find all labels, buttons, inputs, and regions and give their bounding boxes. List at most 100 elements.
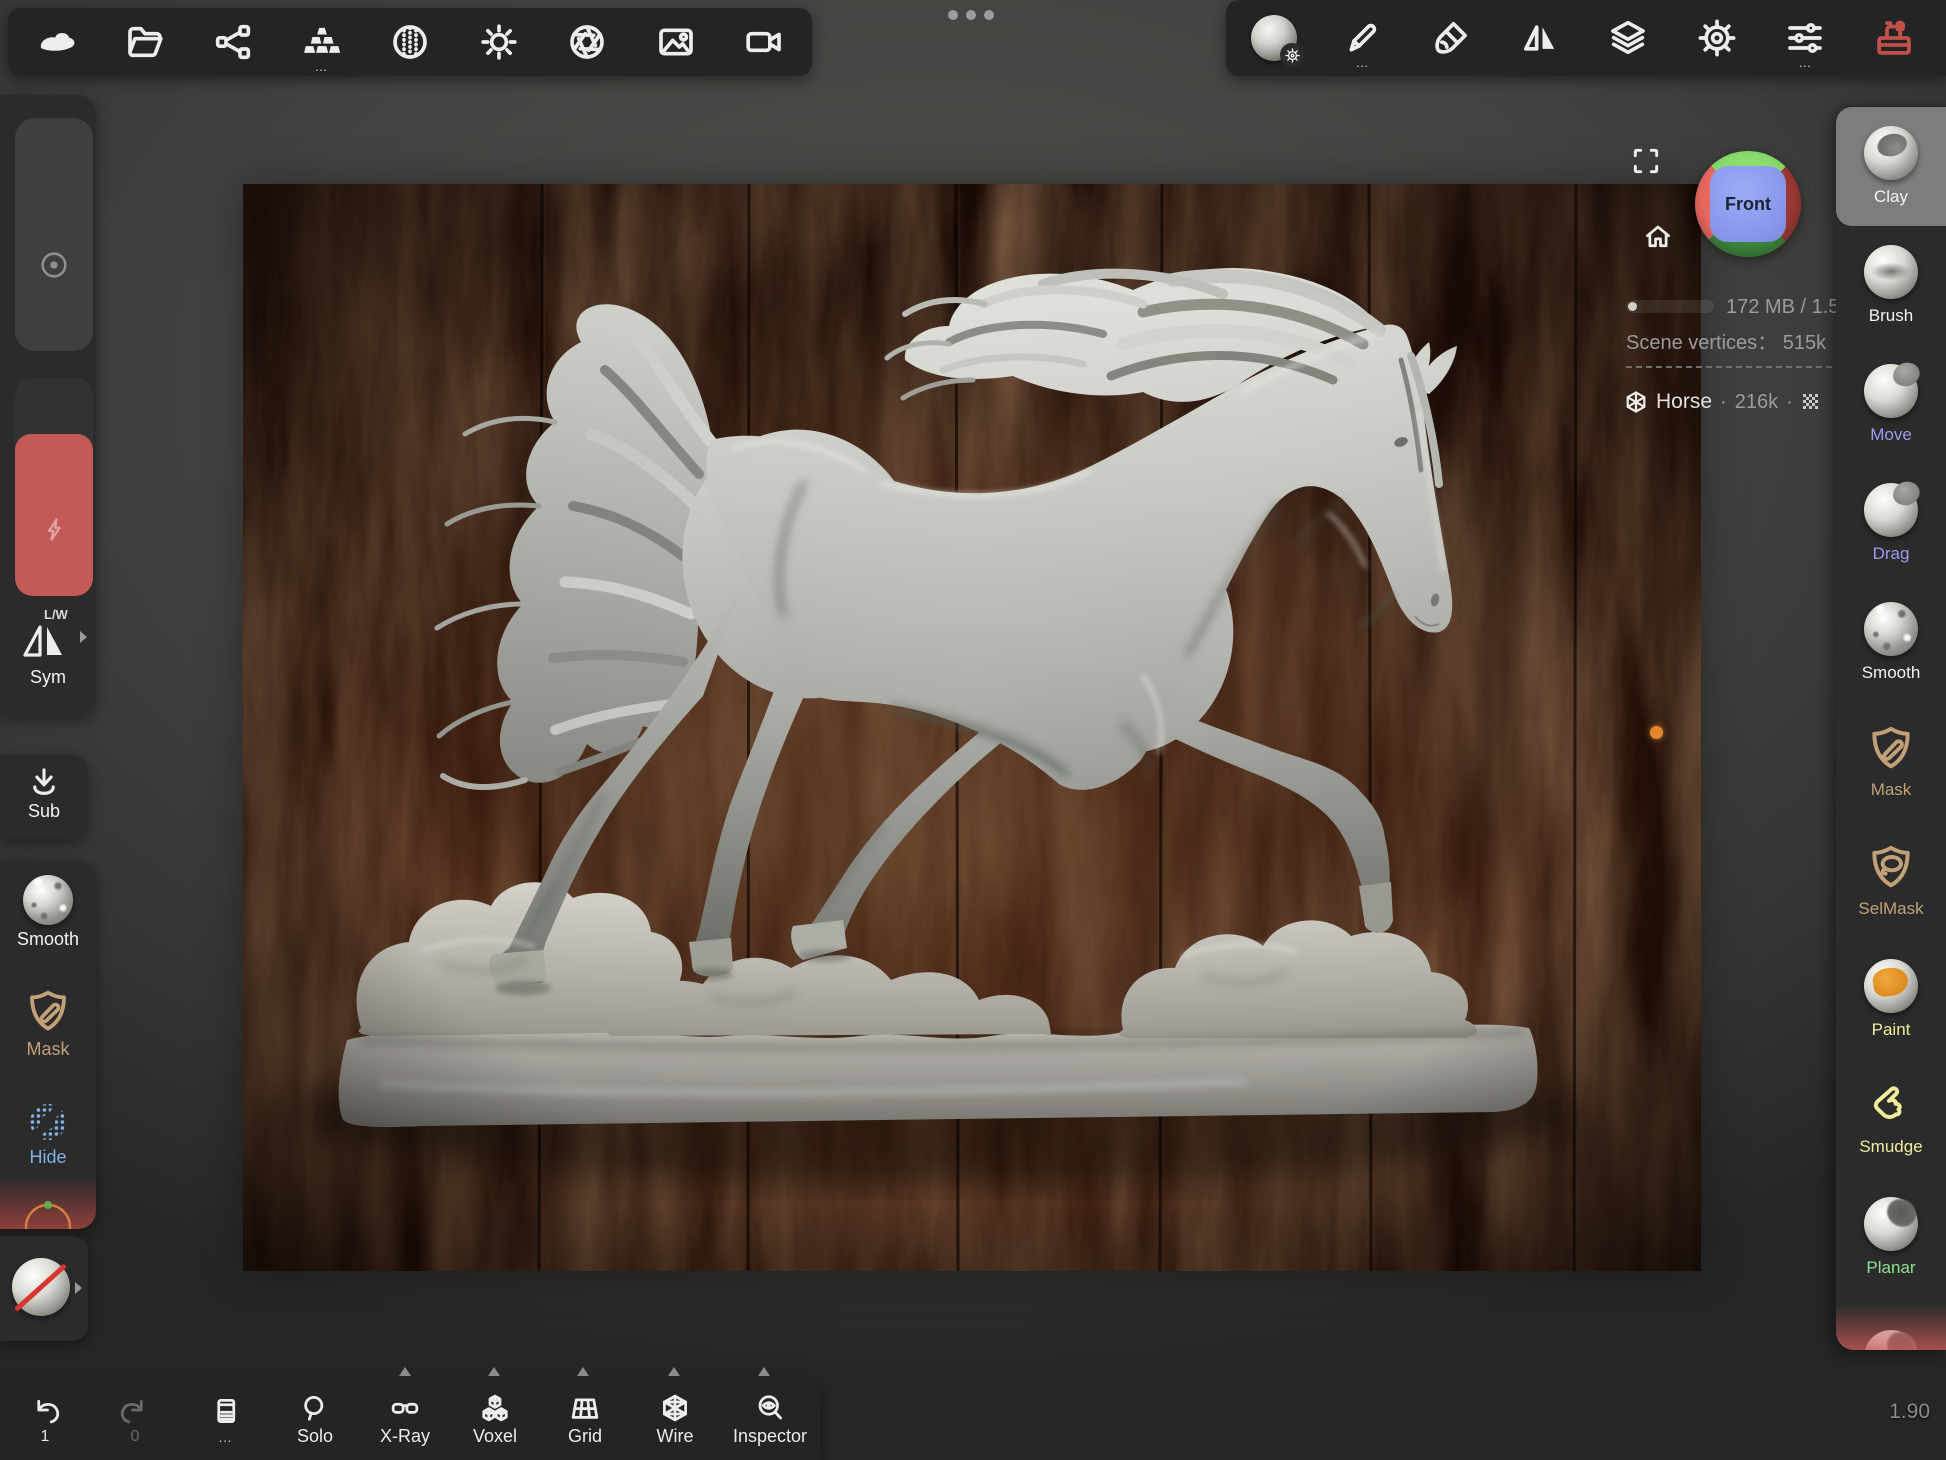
inspector-caret-icon[interactable]	[758, 1367, 770, 1376]
toggle-wire[interactable]: Wire	[630, 1393, 720, 1447]
interface-sliders-icon[interactable]: …	[1779, 10, 1831, 66]
object-separator2: ·	[1786, 391, 1793, 414]
tool-drag[interactable]: Drag	[1836, 464, 1946, 583]
memory-usage: 172 MB / 1.5	[1726, 296, 1844, 319]
toggle-voxel[interactable]: Voxel	[450, 1393, 540, 1447]
stats-separator	[1626, 366, 1842, 368]
home-view-icon[interactable]	[1643, 222, 1673, 252]
topology-sphere-icon[interactable]	[384, 14, 436, 70]
left-slider-panel: L/W Sym	[0, 95, 96, 716]
selected-object-row[interactable]: Horse · 216k ·	[1624, 390, 1821, 414]
quick-tool-label: Hide	[0, 1147, 96, 1168]
smooth-sphere-icon	[1864, 602, 1918, 656]
transform-gizmo-partial-icon	[0, 1177, 96, 1229]
sub-action-panel[interactable]: Sub	[0, 755, 88, 839]
layers-icon[interactable]	[1602, 10, 1654, 66]
xray-caret-icon[interactable]	[399, 1367, 411, 1376]
toolbox-icon[interactable]	[1868, 10, 1920, 66]
toggle-label: Inspector	[733, 1426, 807, 1447]
tool-label: SelMask	[1858, 899, 1923, 919]
history-more-indicator: …	[218, 1429, 232, 1445]
brush-radius-slider[interactable]	[15, 118, 93, 351]
scene-vertices-label: Scene vertices：	[1626, 332, 1777, 354]
tool-brush[interactable]: Brush	[1836, 226, 1946, 345]
grid-caret-icon[interactable]	[577, 1367, 589, 1376]
symmetry-icon[interactable]	[1514, 10, 1566, 66]
scene-vertices: Scene vertices： 515k	[1626, 326, 1826, 355]
drag-sphere-icon	[1864, 483, 1918, 537]
quick-tool-smooth[interactable]: Smooth	[0, 875, 96, 950]
background-image-icon[interactable]	[650, 14, 702, 70]
history-button[interactable]: …	[180, 1396, 270, 1445]
undo-count: 1	[41, 1428, 50, 1446]
lighting-sun-icon[interactable]	[473, 14, 525, 70]
sculpt-viewport[interactable]	[243, 184, 1701, 1271]
wire-caret-icon[interactable]	[668, 1367, 680, 1376]
object-separator: ·	[1720, 391, 1727, 414]
scene-more-indicator: …	[315, 62, 329, 72]
matcap-expand-chevron-icon[interactable]	[75, 1282, 82, 1294]
quick-tool-mask[interactable]: Mask	[0, 987, 96, 1060]
left-panel-scroll-fade	[0, 1177, 96, 1229]
gizmo-front-label: Front	[1725, 194, 1771, 215]
files-folder-icon[interactable]	[119, 14, 171, 70]
brush-intensity-slider[interactable]	[15, 378, 93, 596]
hide-dots-icon	[0, 1101, 96, 1143]
tool-clay[interactable]: Clay	[1836, 107, 1946, 226]
tool-label: Drag	[1873, 544, 1910, 564]
tool-mask[interactable]: Mask	[1836, 702, 1946, 821]
horse-sculpture-scene	[243, 184, 1701, 1271]
redo-count: 0	[131, 1428, 140, 1446]
app-logo-icon[interactable]	[30, 14, 82, 70]
tool-smudge[interactable]: Smudge	[1836, 1059, 1946, 1178]
toggle-inspector[interactable]: Inspector	[720, 1393, 820, 1447]
brush-sphere-icon	[1864, 245, 1918, 299]
gizmo-front-face[interactable]: Front	[1710, 166, 1786, 242]
zoom-level: 1.90	[1889, 1400, 1930, 1424]
bottom-toolbar: 1 0 … Solo X-Ray Voxel Grid Wire	[0, 1380, 820, 1460]
object-vertex-count: 216k	[1735, 391, 1778, 414]
dither-grid-icon	[1801, 392, 1821, 412]
scene-pyramid-icon[interactable]: …	[296, 14, 348, 70]
toggle-label: Wire	[657, 1426, 694, 1447]
symmetry-toggle-icon[interactable]	[18, 619, 70, 663]
export-share-icon[interactable]	[207, 14, 259, 70]
tool-planar[interactable]: Planar	[1836, 1178, 1946, 1297]
radius-circle-icon	[15, 248, 93, 282]
right-panel-scroll-fade	[1836, 1304, 1946, 1350]
left-quick-tools-panel: Smooth Mask Hide	[0, 861, 96, 1229]
fullscreen-icon[interactable]	[1630, 145, 1662, 177]
undo-button[interactable]: 1	[0, 1395, 90, 1446]
settings-gear-icon[interactable]	[1691, 10, 1743, 66]
sym-expand-chevron-icon[interactable]	[80, 631, 87, 643]
voxel-caret-icon[interactable]	[488, 1367, 500, 1376]
tool-label: Clay	[1874, 187, 1908, 207]
tool-label: Paint	[1872, 1020, 1911, 1040]
scene-vertices-value: 515k	[1783, 332, 1826, 354]
tool-selmask[interactable]: SelMask	[1836, 821, 1946, 940]
painting-brush-icon[interactable]	[1425, 10, 1477, 66]
postprocess-aperture-icon[interactable]	[561, 14, 613, 70]
memory-progress-dot	[1628, 302, 1637, 311]
stroke-pen-icon[interactable]: …	[1337, 10, 1389, 66]
ellipsis-menu-icon[interactable]	[948, 10, 994, 20]
tool-move[interactable]: Move	[1836, 345, 1946, 464]
redo-button[interactable]: 0	[90, 1395, 180, 1446]
toggle-label: X-Ray	[380, 1426, 430, 1447]
material-sphere-icon[interactable]	[1248, 10, 1300, 66]
camera-video-icon[interactable]	[738, 14, 790, 70]
toggle-solo[interactable]: Solo	[270, 1393, 360, 1447]
toggle-grid[interactable]: Grid	[540, 1393, 630, 1447]
sub-arrow-icon	[0, 765, 88, 799]
tool-label: Move	[1870, 425, 1912, 445]
tool-paint[interactable]: Paint	[1836, 940, 1946, 1059]
toggle-xray[interactable]: X-Ray	[360, 1393, 450, 1447]
paint-sphere-icon	[1864, 959, 1918, 1013]
tool-smooth[interactable]: Smooth	[1836, 583, 1946, 702]
interface-more-indicator: …	[1798, 58, 1812, 68]
orientation-gizmo[interactable]: Front	[1695, 151, 1801, 257]
matcap-disabled-panel[interactable]	[0, 1236, 88, 1341]
material-gear-badge-icon	[1280, 43, 1304, 67]
material-preview-ball	[1251, 15, 1297, 61]
quick-tool-hide[interactable]: Hide	[0, 1101, 96, 1168]
